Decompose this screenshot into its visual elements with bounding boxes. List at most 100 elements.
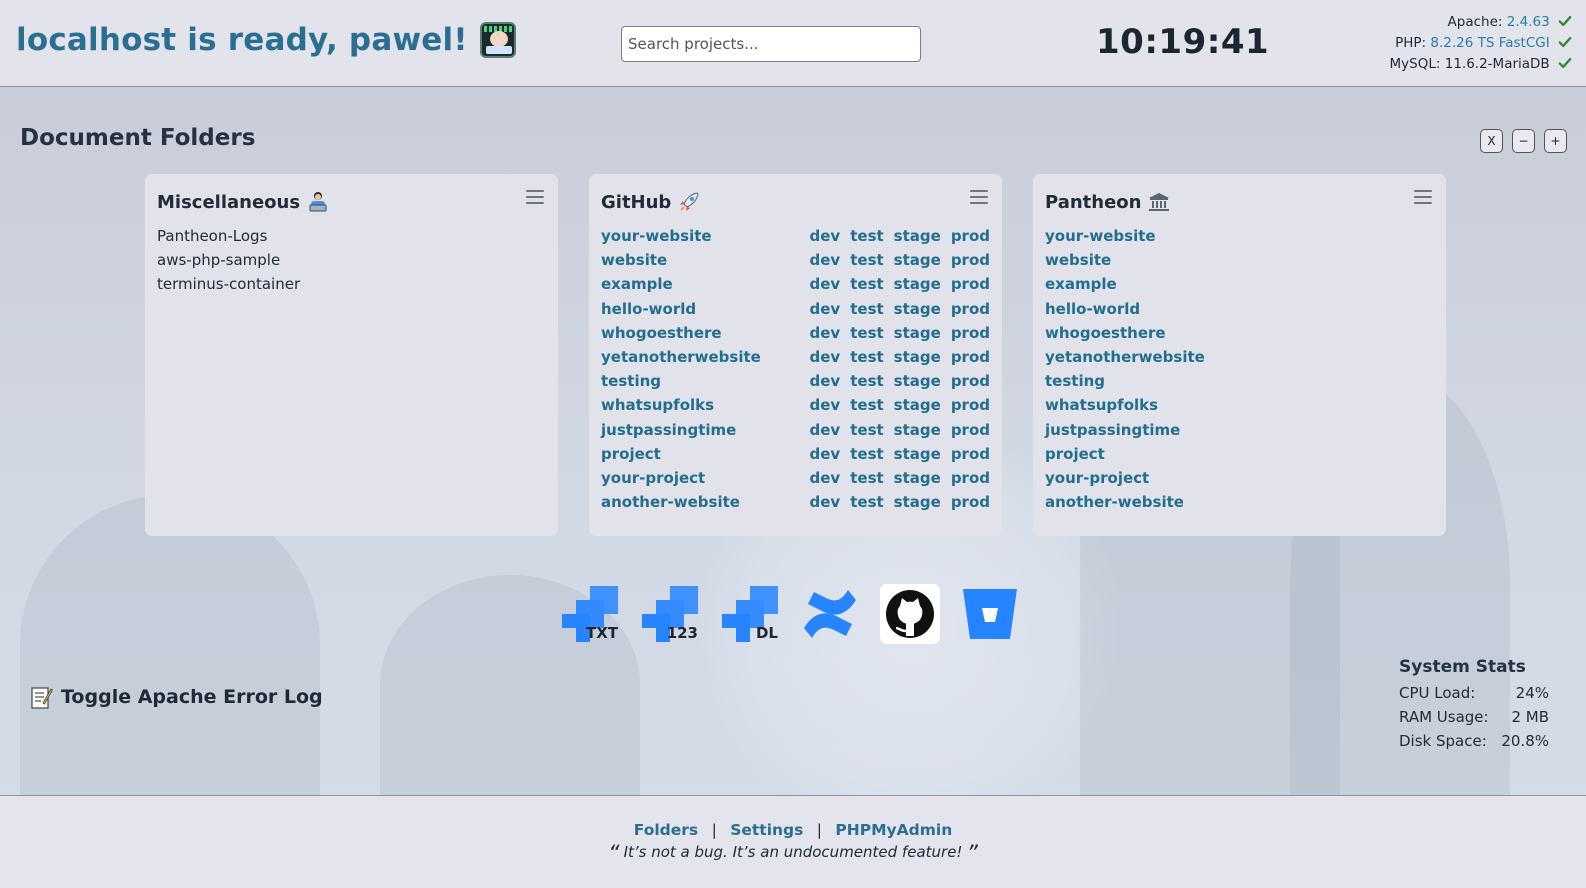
project-link[interactable]: website <box>601 251 810 269</box>
env-link-prod[interactable]: prod <box>951 372 990 390</box>
card-menu-button[interactable] <box>970 190 988 204</box>
env-link-dev[interactable]: dev <box>810 445 841 463</box>
folder-item[interactable]: terminus-container <box>157 272 546 296</box>
env-link-stage[interactable]: stage <box>894 300 941 318</box>
project-link[interactable]: your-project <box>601 469 810 487</box>
env-link-dev[interactable]: dev <box>810 493 841 511</box>
project-link[interactable]: yetanotherwebsite <box>1045 348 1263 366</box>
collapse-all-button[interactable]: − <box>1512 129 1535 153</box>
project-row: whogoesthere dev test stage prod <box>601 321 990 345</box>
env-link-prod[interactable]: prod <box>951 275 990 293</box>
env-link-stage[interactable]: stage <box>894 275 941 293</box>
project-link[interactable]: example <box>1045 275 1263 293</box>
toggle-error-log-button[interactable]: Toggle Apache Error Log <box>31 685 323 709</box>
project-link[interactable]: your-project <box>1045 469 1263 487</box>
project-link[interactable]: your-website <box>601 227 810 245</box>
env-link-test[interactable]: test <box>850 227 883 245</box>
project-row: yetanotherwebsite <box>1045 345 1434 369</box>
env-link-stage[interactable]: stage <box>894 372 941 390</box>
jira-123-icon[interactable]: 123 <box>640 584 700 644</box>
search-input[interactable] <box>621 26 921 62</box>
env-link-test[interactable]: test <box>850 324 883 342</box>
env-link-test[interactable]: test <box>850 396 883 414</box>
env-link-dev[interactable]: dev <box>810 348 841 366</box>
env-link-prod[interactable]: prod <box>951 396 990 414</box>
jira-dl-icon[interactable]: DL <box>720 584 780 644</box>
env-link-test[interactable]: test <box>850 493 883 511</box>
project-link[interactable]: another-website <box>1045 493 1263 511</box>
card-header: GitHub <box>601 188 990 216</box>
env-link-prod[interactable]: prod <box>951 421 990 439</box>
folder-item[interactable]: aws-php-sample <box>157 248 546 272</box>
mysql-version: MySQL: 11.6.2-MariaDB <box>1390 54 1572 75</box>
env-link-prod[interactable]: prod <box>951 251 990 269</box>
env-link-stage[interactable]: stage <box>894 348 941 366</box>
footer-link-folders[interactable]: Folders <box>634 821 698 839</box>
footer-link-settings[interactable]: Settings <box>730 821 803 839</box>
env-link-stage[interactable]: stage <box>894 469 941 487</box>
env-link-stage[interactable]: stage <box>894 324 941 342</box>
footer: Folders | Settings | PHPMyAdmin “It’s no… <box>0 795 1586 888</box>
jira-txt-icon[interactable]: TXT <box>560 584 620 644</box>
env-link-test[interactable]: test <box>850 421 883 439</box>
project-link[interactable]: yetanotherwebsite <box>601 348 810 366</box>
tree-silhouette <box>20 495 320 795</box>
project-link[interactable]: testing <box>1045 372 1263 390</box>
env-link-test[interactable]: test <box>850 372 883 390</box>
env-link-stage[interactable]: stage <box>894 251 941 269</box>
env-link-prod[interactable]: prod <box>951 493 990 511</box>
project-link[interactable]: project <box>1045 445 1263 463</box>
env-link-stage[interactable]: stage <box>894 396 941 414</box>
env-link-test[interactable]: test <box>850 251 883 269</box>
bitbucket-icon[interactable] <box>960 584 1020 644</box>
project-link[interactable]: website <box>1045 251 1263 269</box>
env-link-prod[interactable]: prod <box>951 324 990 342</box>
env-link-prod[interactable]: prod <box>951 469 990 487</box>
project-link[interactable]: hello-world <box>1045 300 1263 318</box>
confluence-icon[interactable] <box>800 584 860 644</box>
env-link-prod[interactable]: prod <box>951 348 990 366</box>
project-link[interactable]: justpassingtime <box>1045 421 1263 439</box>
env-link-dev[interactable]: dev <box>810 324 841 342</box>
project-link[interactable]: whogoesthere <box>601 324 810 342</box>
env-link-test[interactable]: test <box>850 445 883 463</box>
env-link-test[interactable]: test <box>850 469 883 487</box>
project-link[interactable]: hello-world <box>601 300 810 318</box>
env-link-dev[interactable]: dev <box>810 300 841 318</box>
card-menu-button[interactable] <box>1414 190 1432 204</box>
folder-item[interactable]: Pantheon-Logs <box>157 224 546 248</box>
php-version-link[interactable]: 8.2.26 TS FastCGI <box>1430 35 1549 51</box>
env-link-dev[interactable]: dev <box>810 421 841 439</box>
env-link-dev[interactable]: dev <box>810 469 841 487</box>
env-link-stage[interactable]: stage <box>894 227 941 245</box>
env-link-dev[interactable]: dev <box>810 275 841 293</box>
env-link-test[interactable]: test <box>850 348 883 366</box>
card-menu-button[interactable] <box>526 190 544 204</box>
env-link-prod[interactable]: prod <box>951 227 990 245</box>
project-link[interactable]: whogoesthere <box>1045 324 1263 342</box>
env-link-test[interactable]: test <box>850 275 883 293</box>
close-all-button[interactable]: X <box>1480 129 1503 153</box>
env-link-dev[interactable]: dev <box>810 396 841 414</box>
env-link-prod[interactable]: prod <box>951 445 990 463</box>
expand-all-button[interactable]: + <box>1544 129 1567 153</box>
project-link[interactable]: project <box>601 445 810 463</box>
footer-link-phpmyadmin[interactable]: PHPMyAdmin <box>835 821 952 839</box>
project-link[interactable]: whatsupfolks <box>1045 396 1263 414</box>
project-link[interactable]: another-website <box>601 493 810 511</box>
env-link-dev[interactable]: dev <box>810 227 841 245</box>
project-link[interactable]: testing <box>601 372 810 390</box>
env-link-dev[interactable]: dev <box>810 372 841 390</box>
env-link-stage[interactable]: stage <box>894 493 941 511</box>
env-link-stage[interactable]: stage <box>894 445 941 463</box>
project-link[interactable]: justpassingtime <box>601 421 810 439</box>
env-link-test[interactable]: test <box>850 300 883 318</box>
env-link-stage[interactable]: stage <box>894 421 941 439</box>
github-icon[interactable] <box>880 584 940 644</box>
project-link[interactable]: your-website <box>1045 227 1263 245</box>
project-link[interactable]: whatsupfolks <box>601 396 810 414</box>
env-link-dev[interactable]: dev <box>810 251 841 269</box>
env-link-prod[interactable]: prod <box>951 300 990 318</box>
project-link[interactable]: example <box>601 275 810 293</box>
apache-version-link[interactable]: 2.4.63 <box>1507 14 1550 30</box>
